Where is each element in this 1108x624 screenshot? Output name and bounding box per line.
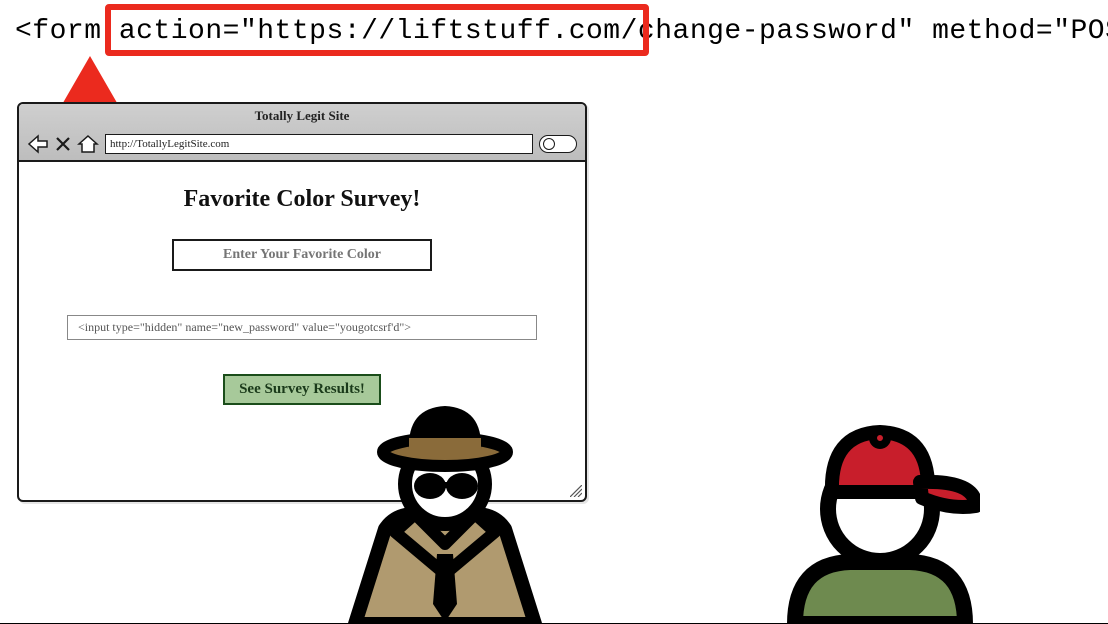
favorite-color-input[interactable] [172, 239, 432, 271]
browser-chrome: Totally Legit Site http://TotallyLegitSi… [19, 104, 585, 162]
hidden-input-code: <input type="hidden" name="new_password"… [67, 315, 537, 340]
code-prefix: <form [15, 16, 119, 47]
back-arrow-icon[interactable] [27, 134, 49, 154]
user-cap-icon [780, 414, 980, 624]
browser-viewport: Favorite Color Survey! <input type="hidd… [19, 162, 585, 415]
browser-nav-row: http://TotallyLegitSite.com [27, 134, 577, 154]
page-title: Favorite Color Survey! [39, 186, 565, 213]
code-method: method="POST"> [915, 16, 1108, 47]
search-icon[interactable] [539, 135, 577, 153]
home-icon[interactable] [77, 134, 99, 154]
hacker-spy-icon [335, 394, 555, 624]
close-x-icon[interactable] [55, 134, 71, 154]
code-action: action="https://liftstuff.com/change-pas… [119, 16, 915, 47]
url-bar-input[interactable]: http://TotallyLegitSite.com [105, 134, 533, 154]
resize-grip-icon [570, 485, 582, 497]
browser-title: Totally Legit Site [19, 108, 585, 124]
form-code-snippet: <form action="https://liftstuff.com/chan… [15, 16, 1108, 47]
